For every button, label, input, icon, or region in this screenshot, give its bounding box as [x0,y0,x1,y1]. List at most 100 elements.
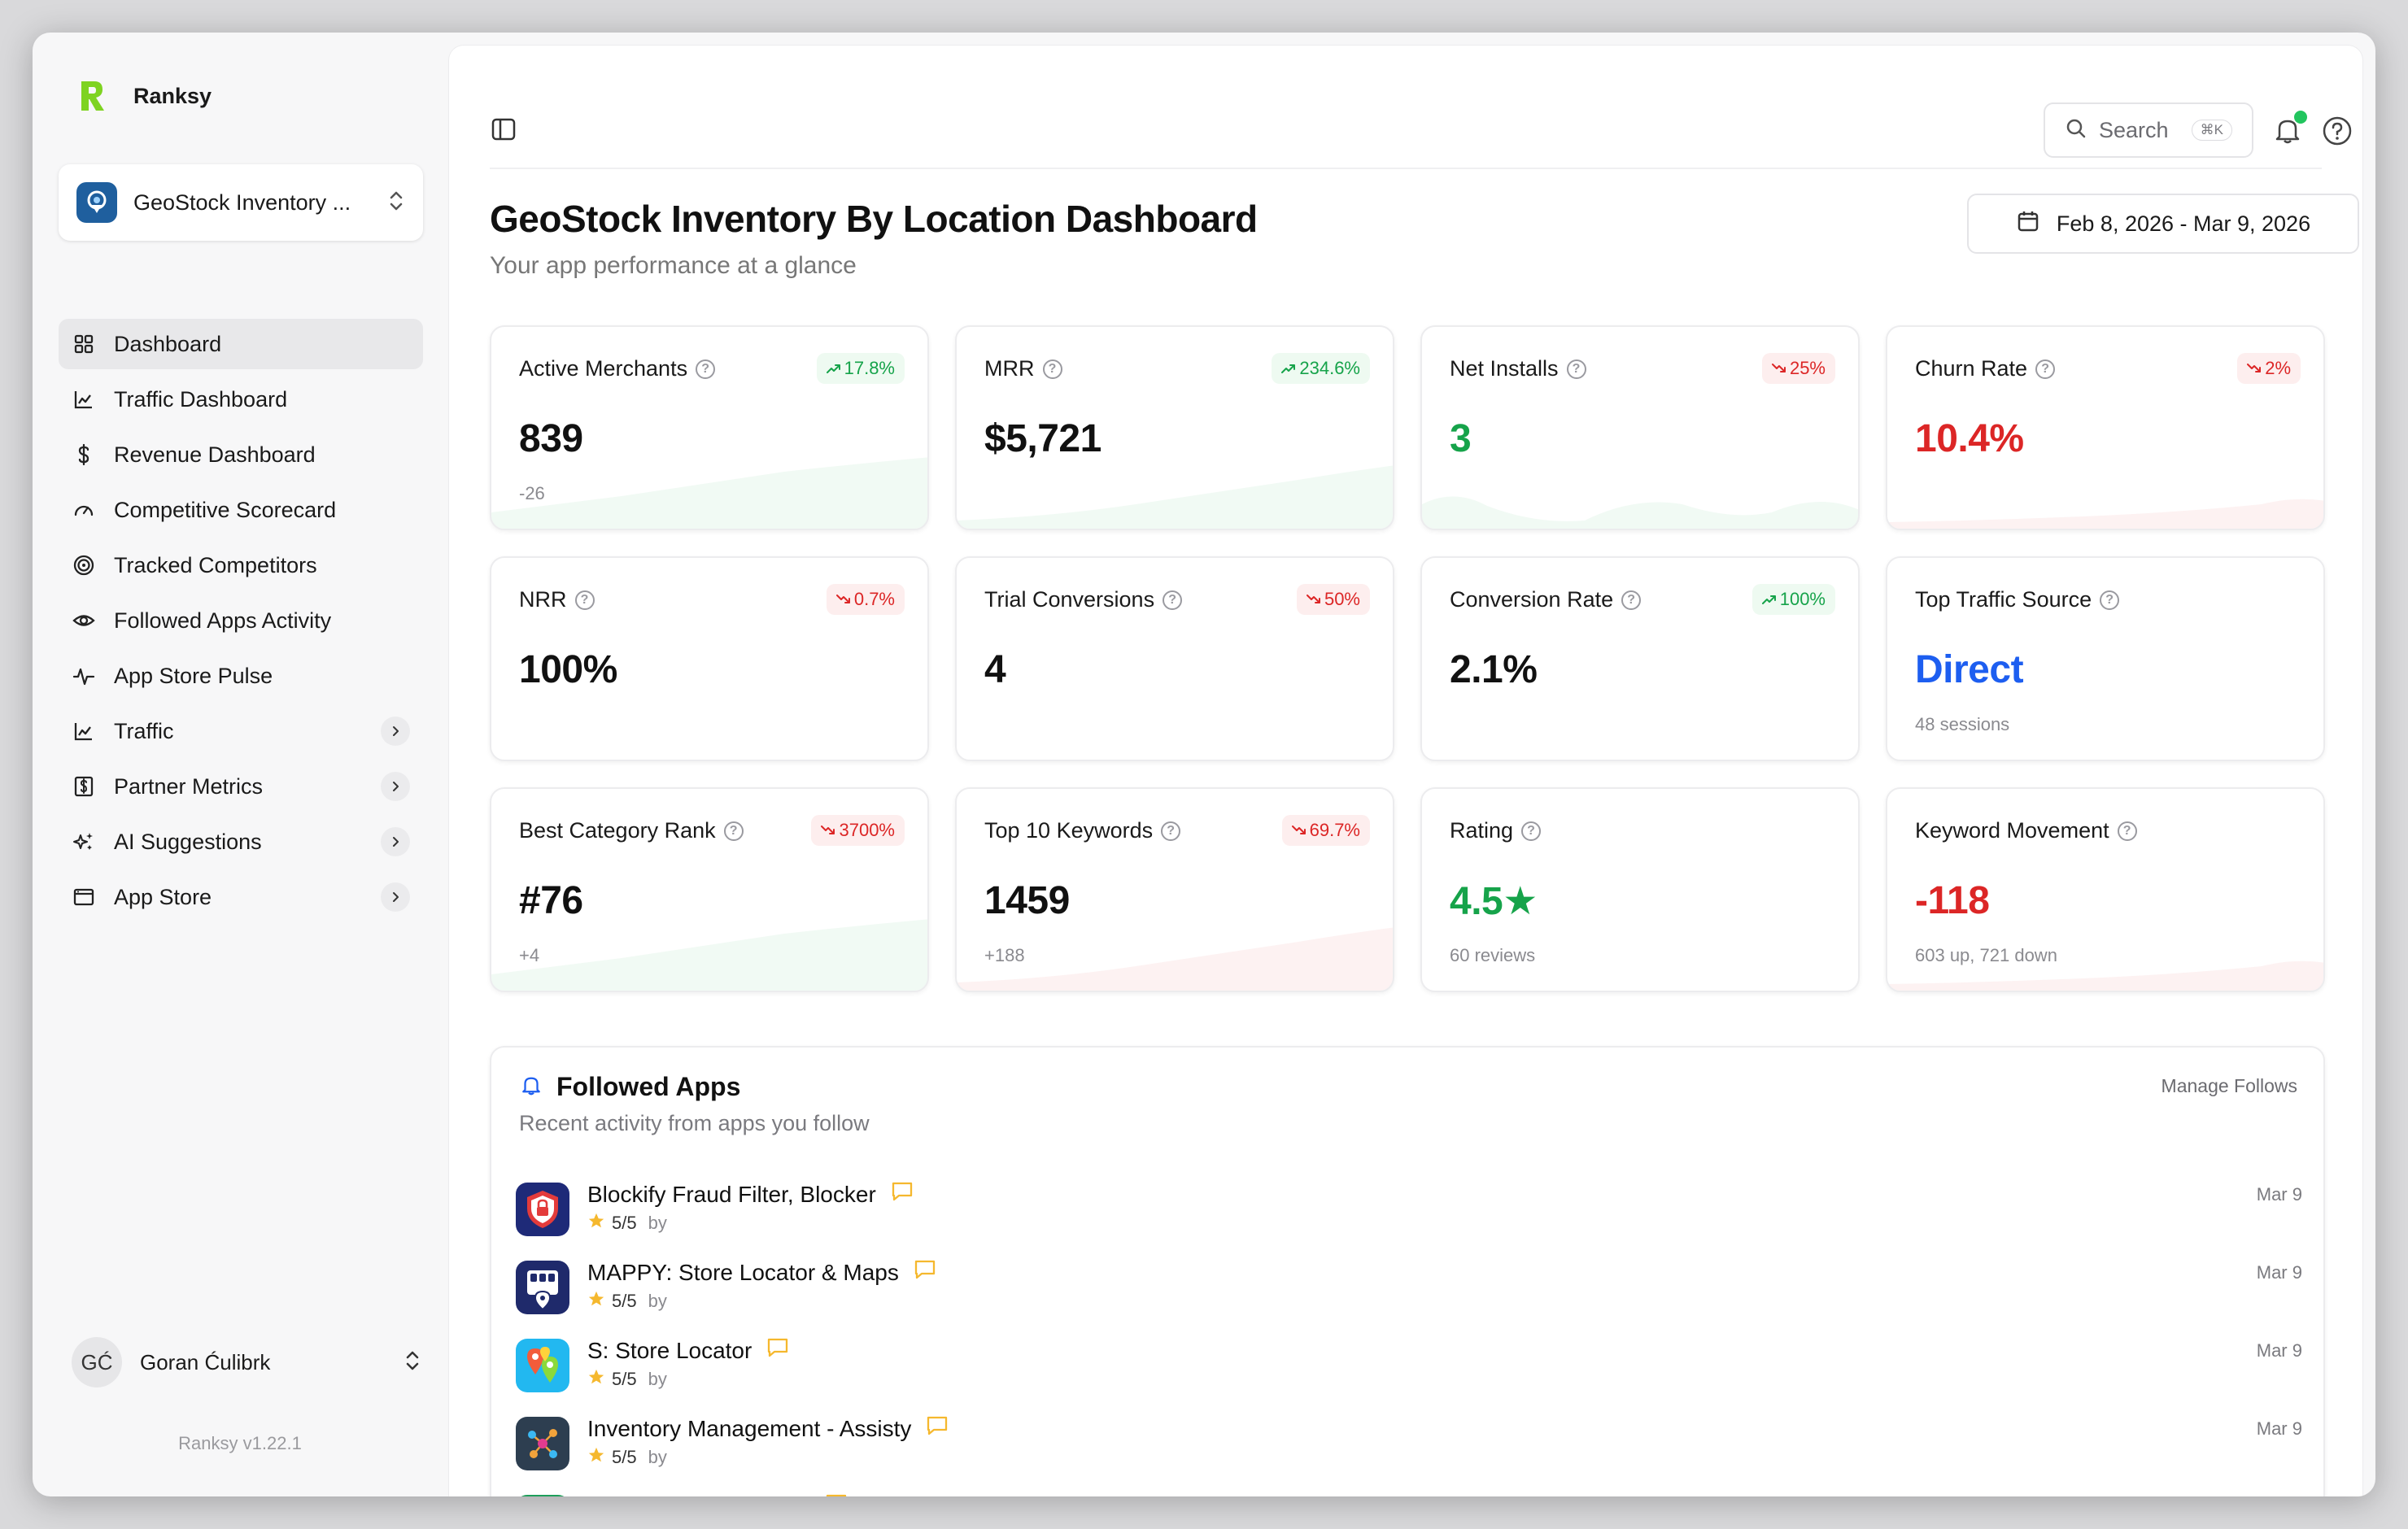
dollar-square-icon [72,774,96,799]
trend-badge: 25% [1761,353,1835,384]
metric-label-text: Top Traffic Source [1915,587,2092,612]
metric-value: $5,721 [984,417,1101,460]
info-icon[interactable]: ? [2100,590,2120,610]
trend-down-icon [2247,358,2262,379]
followed-app-row[interactable]: Inventory Management - Assisty 5/5 by Mar 9 [516,1412,2302,1490]
user-menu[interactable]: GĆ Goran Ćulibrk [72,1334,421,1391]
metric-label: Top Traffic Source? [1915,587,2120,612]
metric-label: Net Installs? [1450,356,1586,381]
sidebar-item-followed-apps-activity[interactable]: Followed Apps Activity [59,595,423,646]
calendar-icon [2016,209,2040,239]
metric-label-text: Best Category Rank [519,818,716,843]
search-shortcut: ⌘K [2191,120,2232,141]
metric-sub: -26 [519,483,545,503]
info-icon[interactable]: ? [1566,359,1586,379]
metric-card-conversion-rate[interactable]: Conversion Rate? 100% 2.1% [1420,556,1860,761]
metric-card-keyword-movement[interactable]: Keyword Movement? -118 603 up, 721 down [1886,787,2325,992]
metric-label-text: Keyword Movement [1915,818,2109,843]
metric-card-active-merchants[interactable]: Active Merchants? 17.8% 839 -26 [490,325,929,530]
metric-card-nrr[interactable]: NRR? 0.7% 100% [490,556,929,761]
metric-card-top-traffic-source[interactable]: Top Traffic Source? Direct 48 sessions [1886,556,2325,761]
sidebar-item-partner-metrics[interactable]: Partner Metrics [59,761,423,812]
followed-app-row[interactable]: Blockify Fraud Filter, Blocker 5/5 by Mar 9 [516,1178,2302,1256]
info-icon[interactable]: ? [574,590,595,610]
app-name-text: MAPPY: Store Locator & Maps [587,1259,899,1285]
metric-card-best-category-rank[interactable]: Best Category Rank? 3700% #76 +4 [490,787,929,992]
sidebar-item-competitive-scorecard[interactable]: Competitive Scorecard [59,485,423,535]
metric-card-churn-rate[interactable]: Churn Rate? 2% 10.4% [1886,325,2325,530]
sidebar-item-app-store-pulse[interactable]: App Store Pulse [59,651,423,701]
metric-card-net-installs[interactable]: Net Installs? 25% 3 [1420,325,1860,530]
info-icon[interactable]: ? [2035,359,2056,379]
trend-badge: 17.8% [816,353,905,384]
topbar-divider [490,168,2322,169]
sidebar-item-app-store[interactable]: App Store [59,872,423,922]
metric-label: Keyword Movement? [1915,818,2137,843]
comment-icon [766,1337,789,1364]
sparkles-icon [72,830,96,854]
followed-app-rating: 5/5 by [587,1212,667,1235]
metric-value: 3 [1450,417,1472,460]
info-icon[interactable]: ? [1161,821,1181,841]
followed-app-row[interactable]: MAPPY: Store Locator & Maps 5/5 by Mar 9 [516,1256,2302,1334]
followed-app-name: S: Store Locator [587,1337,789,1364]
chevron-right-icon[interactable] [381,717,410,746]
followed-apps-subtitle: Recent activity from apps you follow [519,1111,870,1135]
metric-label-text: Churn Rate [1915,356,2028,381]
rating-value: 5/5 [612,1213,637,1233]
sidebar-item-tracked-competitors[interactable]: Tracked Competitors [59,540,423,590]
app-switcher[interactable]: GeoStock Inventory ... [59,164,423,241]
sidebar-item-ai-suggestions[interactable]: AI Suggestions [59,817,423,867]
sidebar-item-label: App Store [114,884,212,909]
app-window: Ranksy GeoStock Inventory ... Dashboard T… [33,33,2375,1496]
eye-icon [72,608,96,633]
rating-value: 5/5 [612,1369,637,1389]
metric-card-mrr[interactable]: MRR? 234.6% $5,721 [955,325,1394,530]
trend-value: 17.8% [844,358,895,378]
trend-badge: 3700% [811,815,905,846]
sidebar-item-traffic[interactable]: Traffic [59,706,423,756]
app-name-text: Blockify Fraud Filter, Blocker [587,1181,876,1207]
sidebar-item-traffic-dashboard[interactable]: Traffic Dashboard [59,374,423,425]
comment-icon [891,1181,914,1208]
info-icon[interactable]: ? [1042,359,1062,379]
metric-label: NRR? [519,587,595,612]
search-button[interactable]: Search ⌘K [2044,102,2253,158]
metric-card-rating[interactable]: Rating? 4.5★ 60 reviews [1420,787,1860,992]
chevron-right-icon[interactable] [381,827,410,856]
followed-apps-title: Followed Apps [556,1072,741,1101]
help-icon[interactable] [2322,115,2353,146]
sidebar-item-revenue-dashboard[interactable]: Revenue Dashboard [59,429,423,480]
metric-value: 4.5★ [1450,880,1538,923]
followed-app-date: Mar 9 [2256,1418,2302,1439]
chevron-right-icon[interactable] [381,772,410,801]
info-icon[interactable]: ? [1163,590,1183,610]
trend-badge: 234.6% [1272,353,1370,384]
date-range-picker[interactable]: Feb 8, 2026 - Mar 9, 2026 [1967,194,2359,254]
info-icon[interactable]: ? [2117,821,2137,841]
sidebar-toggle-icon[interactable] [490,115,517,143]
sidebar-item-dashboard[interactable]: Dashboard [59,319,423,369]
comment-icon [914,1259,936,1286]
metric-sub: 48 sessions [1915,714,2010,734]
info-icon[interactable]: ? [1621,590,1642,610]
trend-up-icon [1281,358,1296,379]
metric-label-text: NRR [519,587,567,612]
brand[interactable]: Ranksy [78,78,212,114]
trend-up-icon [1761,589,1777,610]
info-icon[interactable]: ? [723,821,744,841]
followed-app-date: Mar 9 [2256,1184,2302,1204]
followed-app-row[interactable]: Stockist Store Locator5/5byMar 9 [516,1490,2302,1496]
info-icon[interactable]: ? [1521,821,1542,841]
manage-follows-link[interactable]: Manage Follows [2162,1075,2297,1097]
metric-card-top-10-keywords[interactable]: Top 10 Keywords? 69.7% 1459 +188 [955,787,1394,992]
metric-card-trial-conversions[interactable]: Trial Conversions? 50% 4 [955,556,1394,761]
info-icon[interactable]: ? [696,359,716,379]
trend-value: 100% [1779,589,1826,609]
chevron-right-icon[interactable] [381,882,410,912]
followed-app-name: Inventory Management - Assisty [587,1415,949,1442]
sidebar-item-label: Traffic [114,718,174,743]
followed-app-name: Stockist Store Locator [587,1493,848,1496]
followed-app-row[interactable]: S: Store Locator 5/5 by Mar 9 [516,1334,2302,1412]
followed-apps-panel: Followed Apps Recent activity from apps … [490,1046,2325,1496]
